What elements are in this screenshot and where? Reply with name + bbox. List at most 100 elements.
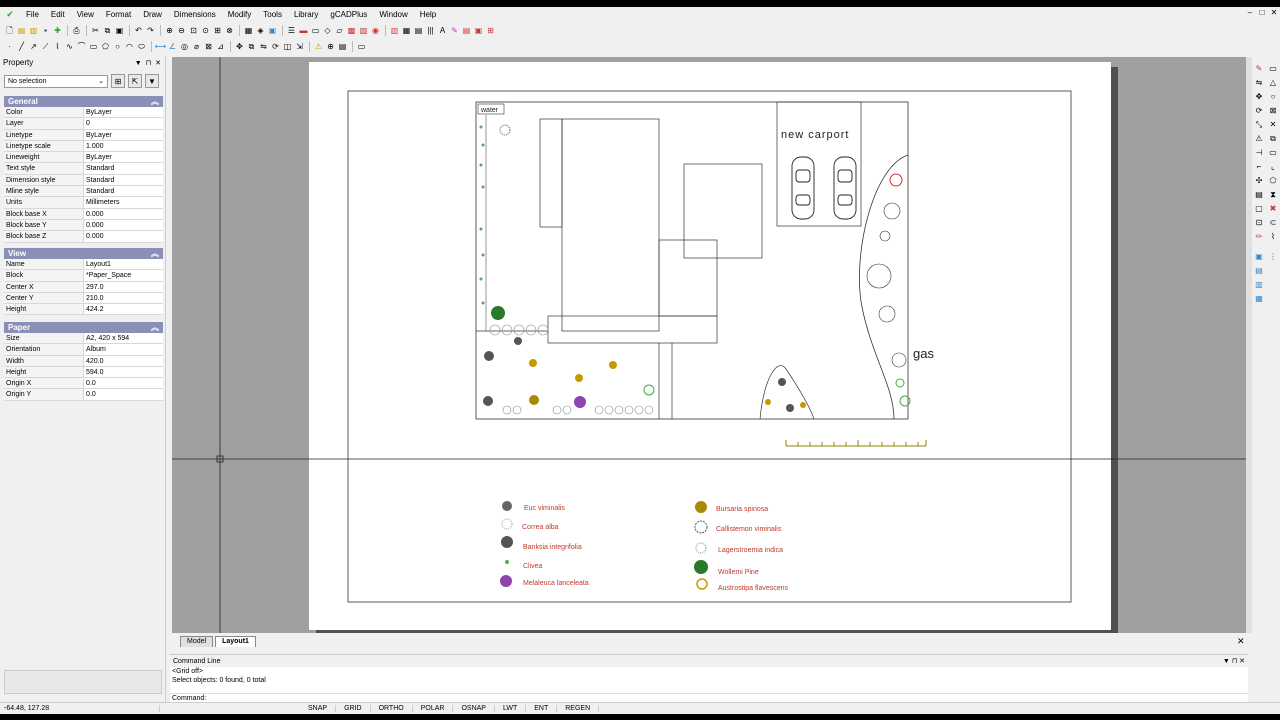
ellipse-icon[interactable]: ⬭ bbox=[136, 41, 147, 52]
matrix-icon[interactable]: ⊞ bbox=[485, 25, 496, 36]
property-row[interactable]: Dimension style Standard bbox=[4, 174, 163, 187]
palette-icon[interactable]: ▥ bbox=[389, 25, 400, 36]
calc-icon[interactable]: ▣ bbox=[473, 25, 484, 36]
menu-help[interactable]: Help bbox=[414, 10, 442, 19]
property-value[interactable]: A2, 420 x 594 bbox=[84, 333, 163, 343]
add-icon[interactable]: ✚ bbox=[52, 25, 63, 36]
property-row[interactable]: Center X 297.0 bbox=[4, 281, 163, 293]
property-value[interactable]: 1.000 bbox=[84, 141, 163, 151]
panel-menu-icon[interactable]: ▼ bbox=[135, 60, 142, 67]
property-value[interactable]: Millimeters bbox=[84, 197, 163, 207]
menu-gcadplus[interactable]: gCADPlus bbox=[324, 10, 373, 19]
arc-icon[interactable]: ⌒ bbox=[76, 41, 87, 52]
pin-icon[interactable]: ⊓ bbox=[1232, 658, 1239, 665]
property-row[interactable]: Block base Z 0.000 bbox=[4, 231, 163, 243]
zoom-previous-icon[interactable]: ⊗ bbox=[224, 25, 235, 36]
layer-manager-icon[interactable]: ☰ bbox=[286, 25, 297, 36]
zoom-in-icon[interactable]: ⊕ bbox=[164, 25, 175, 36]
viewport-icon[interactable]: ▭ bbox=[356, 41, 367, 52]
zoom-window-icon[interactable]: ⊡ bbox=[188, 25, 199, 36]
open-folder-icon[interactable]: ▥ bbox=[28, 25, 39, 36]
ray-icon[interactable]: ↗ bbox=[28, 41, 39, 52]
linetype-icon[interactable]: ▭ bbox=[310, 25, 321, 36]
rectangle-icon[interactable]: ▭ bbox=[88, 41, 99, 52]
polygon-icon[interactable]: ⬠ bbox=[100, 41, 111, 52]
ortho-toggle[interactable]: ORTHO bbox=[371, 705, 413, 712]
property-value[interactable]: 0 bbox=[84, 118, 163, 128]
rotate-icon[interactable]: ⟳ bbox=[270, 41, 281, 52]
zoom-realtime-icon[interactable]: ⊙ bbox=[200, 25, 211, 36]
trim-icon[interactable]: ⚠ bbox=[1254, 134, 1264, 144]
region-icon[interactable]: ▢ bbox=[1254, 204, 1264, 214]
property-row[interactable]: Origin Y 0.0 bbox=[4, 389, 163, 401]
menu-window[interactable]: Window bbox=[373, 10, 413, 19]
drawing-canvas[interactable]: water new carport gas Euc viminalis Corr… bbox=[172, 57, 1246, 633]
stretch-icon[interactable]: ⇲ bbox=[294, 41, 305, 52]
snap-toggle[interactable]: SNAP bbox=[300, 705, 337, 712]
stretch-icon[interactable]: ⤡ bbox=[1254, 120, 1264, 130]
quick-select-button[interactable]: ▼ bbox=[145, 74, 159, 88]
leader-icon[interactable]: ⊿ bbox=[215, 41, 226, 52]
hatch-icon[interactable]: ⧗ bbox=[1268, 190, 1278, 200]
open-file-icon[interactable]: ▤ bbox=[16, 25, 27, 36]
pencil-icon[interactable]: ✏ bbox=[1254, 232, 1264, 242]
paper-section-header[interactable]: Paper ︽ bbox=[4, 322, 163, 333]
property-row[interactable]: Text style Standard bbox=[4, 163, 163, 175]
property-row[interactable]: Height 594.0 bbox=[4, 366, 163, 379]
property-row[interactable]: Orientation Album bbox=[4, 344, 163, 356]
fillet-icon[interactable]: ⌞ bbox=[1268, 162, 1278, 172]
property-value[interactable]: 0.000 bbox=[84, 209, 163, 219]
property-value[interactable]: 297.0 bbox=[84, 282, 163, 292]
tab-model[interactable]: Model bbox=[180, 636, 214, 647]
menu-view[interactable]: View bbox=[71, 10, 100, 19]
property-row[interactable]: Linetype scale 1.000 bbox=[4, 140, 163, 153]
mirror-icon[interactable]: ⇋ bbox=[258, 41, 269, 52]
array-icon[interactable]: ○ bbox=[1268, 92, 1278, 102]
property-row[interactable]: Block *Paper_Space bbox=[4, 270, 163, 282]
panel-close-icon[interactable]: ✕ bbox=[155, 60, 161, 67]
menu-draw[interactable]: Draw bbox=[137, 10, 168, 19]
break-icon[interactable]: ⊣ bbox=[1254, 148, 1264, 158]
offset-icon[interactable]: △ bbox=[1268, 78, 1278, 88]
property-row[interactable]: Color ByLayer bbox=[4, 107, 163, 119]
cube-icon[interactable]: ▤ bbox=[1254, 266, 1264, 276]
save-icon[interactable]: ▪ bbox=[40, 25, 51, 36]
paste-icon[interactable]: ▣ bbox=[114, 25, 125, 36]
align-icon[interactable]: ▤ bbox=[1254, 190, 1264, 200]
attribute-icon[interactable]: ▤ bbox=[337, 41, 348, 52]
hatch-icon[interactable]: ▨ bbox=[358, 25, 369, 36]
spline-icon[interactable]: ∿ bbox=[64, 41, 75, 52]
layer-3d-icon[interactable]: ▣ bbox=[1254, 252, 1264, 262]
scale-icon[interactable]: ⊠ bbox=[1268, 106, 1278, 116]
gcad-logo-icon[interactable]: ✔ bbox=[0, 9, 20, 20]
menu-file[interactable]: File bbox=[20, 10, 45, 19]
diameter-dim-icon[interactable]: ⌀ bbox=[191, 41, 202, 52]
general-section-header[interactable]: General ︽ bbox=[4, 96, 163, 107]
field-icon[interactable]: ▤ bbox=[461, 25, 472, 36]
property-row[interactable]: Units Millimeters bbox=[4, 197, 163, 209]
property-value[interactable]: Album bbox=[84, 344, 163, 354]
view-section-header[interactable]: View ︽ bbox=[4, 248, 163, 259]
block-icon[interactable]: ▩ bbox=[346, 25, 357, 36]
selection-dropdown[interactable]: No selection ⌄ bbox=[4, 74, 108, 88]
property-value[interactable]: ByLayer bbox=[84, 130, 163, 140]
erase-icon[interactable]: ✎ bbox=[1254, 64, 1264, 74]
spell-icon[interactable]: ✎ bbox=[449, 25, 460, 36]
matchprop-icon[interactable]: ⌇ bbox=[1268, 232, 1278, 242]
tab-layout1[interactable]: Layout1 bbox=[215, 636, 256, 647]
move-icon[interactable]: ✥ bbox=[1254, 92, 1264, 102]
property-row[interactable]: Mline style Standard bbox=[4, 186, 163, 198]
property-row[interactable]: Block base Y 0.000 bbox=[4, 219, 163, 232]
color-icon[interactable]: ▬ bbox=[298, 25, 309, 36]
close-layout-icon[interactable]: ✕ bbox=[1237, 636, 1245, 647]
zoom-extents-icon[interactable]: ⊞ bbox=[212, 25, 223, 36]
regen-button[interactable]: REGEN bbox=[557, 705, 600, 712]
property-row[interactable]: Size A2, 420 x 594 bbox=[4, 333, 163, 345]
lwt-toggle[interactable]: LWT bbox=[495, 705, 527, 712]
select-objects-button[interactable]: ⇱ bbox=[128, 74, 142, 88]
angular-dim-icon[interactable]: ∠ bbox=[167, 41, 178, 52]
grid-icon[interactable]: ⋮ bbox=[1268, 252, 1278, 262]
property-value[interactable]: ByLayer bbox=[84, 152, 163, 162]
join-icon[interactable]: ▭ bbox=[1268, 148, 1278, 158]
property-value[interactable]: 210.0 bbox=[84, 293, 163, 303]
